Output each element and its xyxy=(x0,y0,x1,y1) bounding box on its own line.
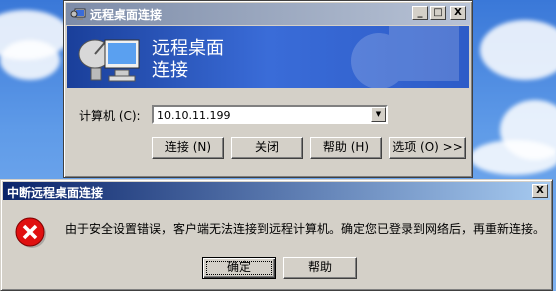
help-button[interactable]: 帮助 (H) xyxy=(310,137,382,159)
error-dialog: 中断远程桌面连接 X 由于安全设置错误，客户端无法连接到远程计算机。确定您已登录… xyxy=(0,179,553,291)
maximize-button[interactable]: □ xyxy=(430,6,446,20)
remote-desktop-window: 远程桌面连接 _ □ X 远程桌面 连接 计算机 (C): 10.10.11.1… xyxy=(63,0,473,178)
ok-button[interactable]: 确定 xyxy=(202,257,276,279)
computer-value[interactable]: 10.10.11.199 xyxy=(157,109,230,122)
remote-desktop-app-icon xyxy=(70,8,86,20)
banner-title-line2: 连接 xyxy=(152,60,188,81)
error-icon xyxy=(15,217,46,248)
dialog-help-button[interactable]: 帮助 xyxy=(283,257,357,279)
remote-desktop-large-icon xyxy=(78,39,140,82)
computer-combobox[interactable]: 10.10.11.199 ▼ xyxy=(152,105,388,124)
close-window-button[interactable]: 关闭 xyxy=(231,137,303,159)
rdc-window-title: 远程桌面连接 xyxy=(90,8,163,22)
connect-button[interactable]: 连接 (N) xyxy=(152,137,224,159)
error-dialog-title: 中断远程桌面连接 xyxy=(7,186,104,200)
focus-rectangle xyxy=(206,261,272,275)
rdc-banner: 远程桌面 连接 xyxy=(67,26,469,88)
options-button[interactable]: 选项 (O) >> xyxy=(389,137,466,159)
banner-watermark-icon xyxy=(351,26,459,88)
error-message: 由于安全设置错误，客户端无法连接到远程计算机。确定您已登录到网络后，再重新连接。 xyxy=(65,222,546,236)
dialog-close-button[interactable]: X xyxy=(532,184,548,198)
dropdown-arrow-icon[interactable]: ▼ xyxy=(371,107,386,122)
close-button[interactable]: X xyxy=(450,6,466,20)
minimize-button[interactable]: _ xyxy=(412,6,428,20)
error-dialog-title-bar[interactable]: 中断远程桌面连接 X xyxy=(3,182,550,200)
computer-label: 计算机 (C): xyxy=(79,109,141,123)
